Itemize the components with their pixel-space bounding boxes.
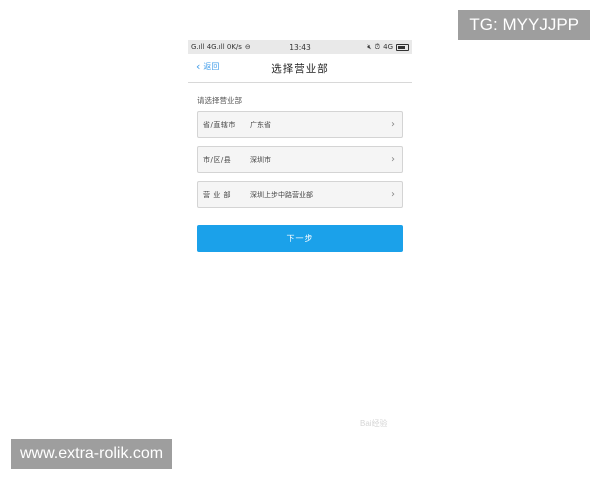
status-right: 🔇︎ ⏰︎ 4G [367,43,409,52]
back-label: 返回 [203,62,220,71]
next-step-button[interactable]: 下一步 [197,225,403,252]
row-value: 深圳市 [250,155,271,164]
row-key: 营 业 部 [203,190,231,199]
chevron-right-icon: › [391,154,395,165]
chevron-right-icon: › [391,119,395,130]
city-row[interactable]: 市/区/县 深圳市 › [197,146,403,173]
row-value: 广东省 [250,120,271,129]
signal-info: G.ıll 4G.ıll 0K/s [191,43,242,51]
alarm-icon: ⏰︎ [374,42,381,51]
chevron-left-icon: ‹ [196,60,201,73]
baidu-watermark: Bai经验 [360,419,388,428]
battery-icon [396,43,409,51]
minus-circle-icon: ⊖ [244,43,251,51]
status-bar: G.ıll 4G.ıll 0K/s ⊖ 13:43 🔇︎ ⏰︎ 4G [188,40,412,54]
status-left: G.ıll 4G.ıll 0K/s ⊖ [191,43,251,51]
network-type: 4G [383,43,393,51]
row-key: 市/区/县 [203,155,232,164]
row-key: 省/直辖市 [203,120,236,129]
tg-tag-overlay: TG: MYYJJPP [458,10,590,40]
page-title: 选择营业部 [271,62,329,75]
section-label: 请选择营业部 [197,96,242,105]
site-url-overlay: www.extra-rolik.com [11,439,173,469]
phone-screen: G.ıll 4G.ıll 0K/s ⊖ 13:43 🔇︎ ⏰︎ 4G ‹ 返回 … [188,40,412,272]
row-value: 深圳上步中路营业部 [250,190,313,199]
back-button[interactable]: ‹ 返回 [196,61,219,72]
mute-icon: 🔇︎ [367,42,372,51]
chevron-right-icon: › [391,189,395,200]
province-row[interactable]: 省/直辖市 广东省 › [197,111,403,138]
nav-bar: ‹ 返回 选择营业部 [188,54,412,83]
branch-row[interactable]: 营 业 部 深圳上步中路营业部 › [197,181,403,208]
selection-list: 省/直辖市 广东省 › 市/区/县 深圳市 › 营 业 部 深圳上步中路营业部 … [197,111,403,208]
